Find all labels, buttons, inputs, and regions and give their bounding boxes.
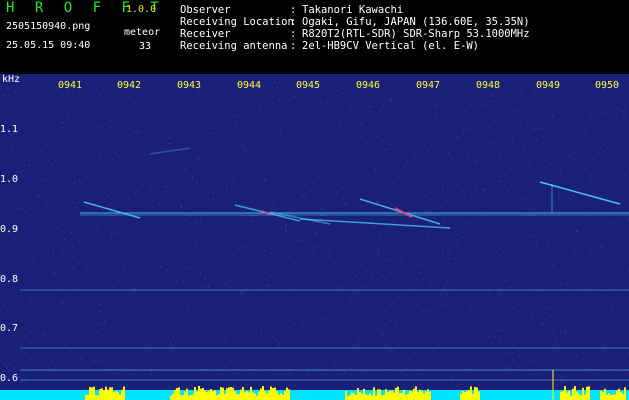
observer-value: Takanori Kawachi <box>302 4 404 16</box>
header-panel: H R O F F T 1.0.0 2505150940.png 25.05.1… <box>0 0 629 74</box>
location-sep: : <box>290 16 297 28</box>
location-value: Ogaki, Gifu, JAPAN (136.60E, 35.35N) <box>302 16 530 28</box>
observer-sep: : <box>290 4 297 16</box>
time-tick-0943: 0943 <box>177 80 202 91</box>
observer-label: Observer <box>180 4 231 16</box>
time-tick-0948: 0948 <box>476 80 501 91</box>
capture-datetime: 25.05.15 09:40 <box>6 40 91 51</box>
receiver-label: Receiver <box>180 28 231 40</box>
freq-tick-0.9: 0.9 <box>0 224 19 235</box>
time-tick-0949: 0949 <box>536 80 561 91</box>
antenna-value: 2el-HB9CV Vertical (el. E-W) <box>302 40 480 52</box>
app-version: 1.0.0 <box>126 4 157 15</box>
time-tick-0950: 0950 <box>595 80 620 91</box>
freq-tick-1.1: 1.1 <box>0 124 19 135</box>
freq-tick-1.0: 1.0 <box>0 174 19 185</box>
antenna-sep: : <box>290 40 297 52</box>
freq-tick-0.8: 0.8 <box>0 274 19 285</box>
time-tick-0945: 0945 <box>296 80 321 91</box>
spectrogram-plot <box>0 74 629 400</box>
receiver-sep: : <box>290 28 297 40</box>
meteor-label: meteor <box>124 27 161 38</box>
time-tick-0946: 0946 <box>356 80 381 91</box>
spectrogram-background <box>0 74 629 400</box>
receiver-value: R820T2(RTL-SDR) SDR-Sharp 53.1000MHz <box>302 28 530 40</box>
freq-tick-0.7: 0.7 <box>0 323 19 334</box>
antenna-label: Receiving antenna <box>180 40 288 52</box>
time-tick-0944: 0944 <box>237 80 262 91</box>
time-tick-0942: 0942 <box>117 80 142 91</box>
time-tick-0941: 0941 <box>58 80 83 91</box>
meteor-count: 33 <box>139 41 152 52</box>
location-label: Receiving Location <box>180 16 294 28</box>
time-tick-0947: 0947 <box>416 80 441 91</box>
image-filename: 2505150940.png <box>6 21 91 32</box>
freq-tick-0.6: 0.6 <box>0 373 19 384</box>
y-axis-unit: kHz <box>2 74 21 85</box>
